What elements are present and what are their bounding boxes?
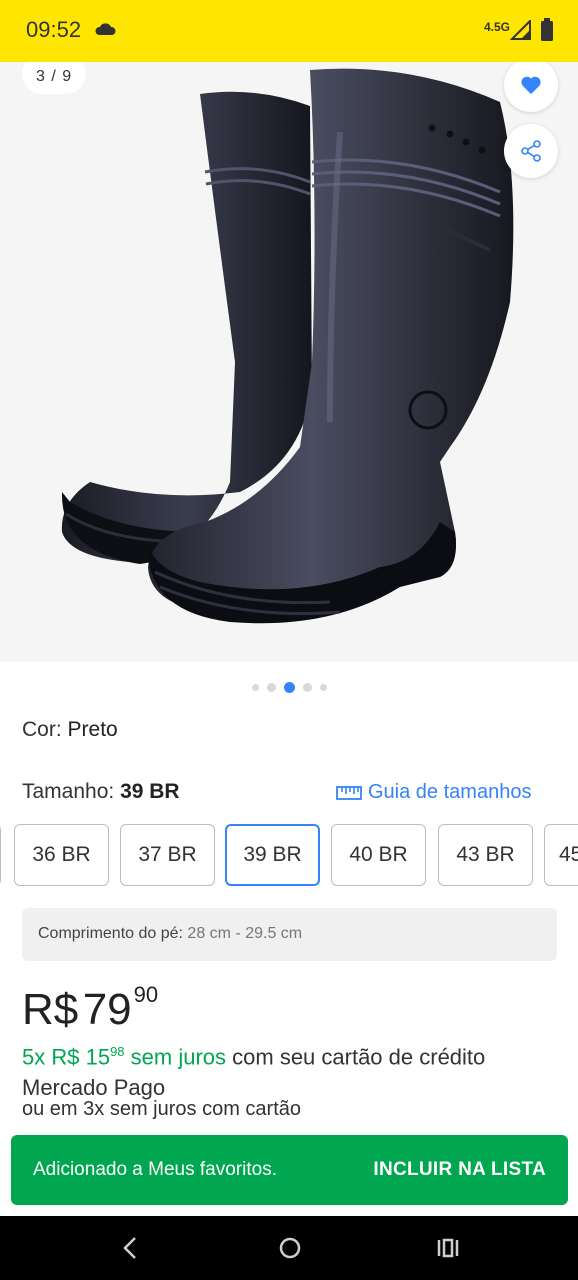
gallery-pagination (0, 682, 578, 693)
size-guide-label: Guia de tamanhos (368, 781, 532, 803)
size-label: Tamanho: (22, 780, 115, 803)
foot-length-info: Comprimento do pé: 28 cm - 29.5 cm (22, 908, 557, 961)
no-interest-label: sem juros (130, 1044, 227, 1070)
size-guide-link[interactable]: Guia de tamanhos (336, 781, 531, 804)
installment-cents: 98 (110, 1044, 125, 1059)
installments-info: 5x R$ 1598 sem juros com seu cartão de c… (22, 1036, 562, 1103)
color-label: Cor: (22, 718, 62, 741)
pagination-dot (251, 684, 259, 691)
size-chip-selected[interactable]: 39 BR (225, 824, 320, 886)
back-icon[interactable] (120, 1234, 140, 1262)
size-chip[interactable]: 36 BR (14, 824, 109, 886)
size-value: 39 BR (120, 780, 180, 803)
pagination-dot-active (283, 682, 295, 693)
color-value: Preto (67, 718, 118, 741)
color-selection: Cor: Preto (22, 718, 118, 742)
snackbar-message: Adicionado a Meus favoritos. (33, 1159, 277, 1180)
pagination-dot (266, 683, 276, 692)
network-type: 4.5G (484, 20, 511, 34)
ruler-icon (336, 785, 362, 800)
size-chip[interactable]: 37 BR (120, 824, 215, 886)
status-time: 09:52 (26, 17, 82, 42)
size-selection: Tamanho: 39 BR (22, 780, 180, 804)
status-bar: 09:52 4.5G (0, 0, 578, 62)
product-image-gallery[interactable]: 3 / 9 (0, 62, 578, 662)
share-button[interactable] (504, 124, 558, 178)
size-chip-partial-left (0, 824, 1, 886)
product-image (61, 68, 514, 624)
installment-count: 5x R$ 15 (22, 1044, 111, 1070)
share-icon (521, 140, 541, 162)
alt-installments: ou em 3x sem juros com cartão (22, 1098, 301, 1120)
price-cents: 90 (133, 982, 159, 1007)
foot-length-value: 28 cm - 29.5 cm (187, 925, 303, 942)
size-chip[interactable]: 45 (544, 824, 578, 886)
size-chip[interactable]: 40 BR (331, 824, 426, 886)
system-nav-bar (0, 1216, 578, 1280)
price: R$ 7990 (22, 982, 158, 1035)
signal-icon (510, 20, 531, 40)
favorites-snackbar: Adicionado a Meus favoritos. INCLUIR NA … (11, 1135, 568, 1205)
price-integer: 79 (82, 985, 132, 1034)
pagination-dot (302, 683, 312, 692)
foot-length-label: Comprimento do pé: (38, 925, 183, 942)
product-screen: 09:52 4.5G 3 / 9 Cor: Preto Tamanho: 39 … (0, 0, 578, 1280)
image-counter: 3 / 9 (22, 62, 87, 94)
battery-icon (541, 18, 553, 41)
pagination-dot (319, 684, 327, 691)
add-to-list-button[interactable]: INCLUIR NA LISTA (373, 1159, 546, 1181)
size-options: 36 BR 37 BR 39 BR 40 BR 43 BR 45 (0, 824, 578, 886)
home-icon[interactable] (278, 1234, 302, 1262)
price-currency: R$ (22, 985, 79, 1034)
recents-icon[interactable] (436, 1234, 460, 1262)
cloud-icon (95, 23, 116, 35)
heart-icon (521, 76, 541, 95)
size-chip[interactable]: 43 BR (438, 824, 533, 886)
